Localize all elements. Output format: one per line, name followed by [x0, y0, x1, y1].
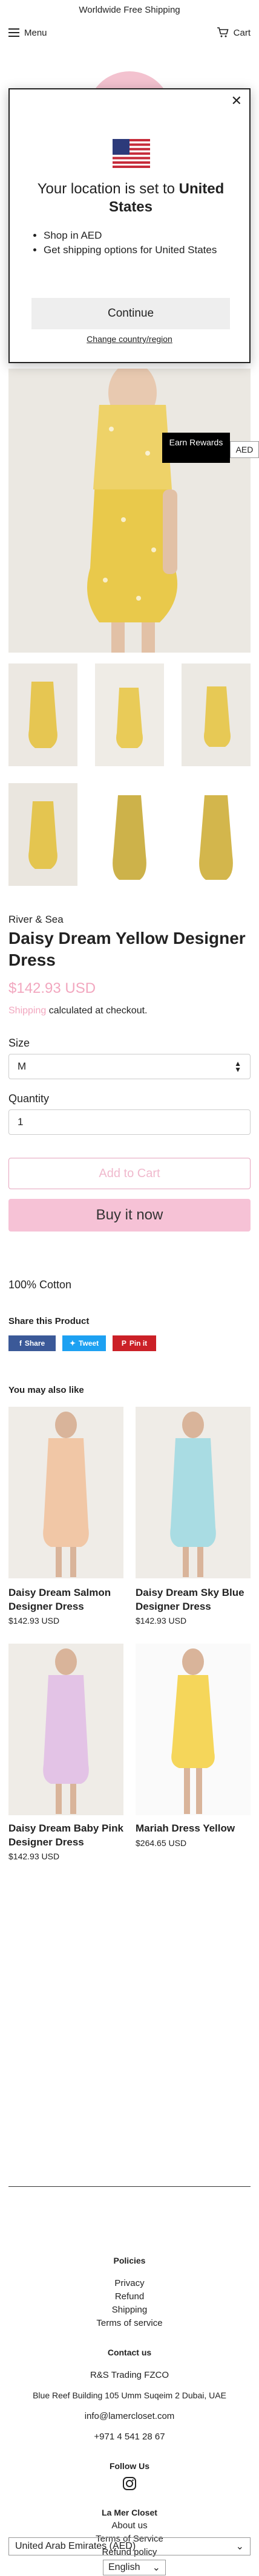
dress-photo: [8, 369, 251, 653]
close-icon[interactable]: ✕: [231, 94, 242, 108]
contact-company: R&S Trading FZCO: [90, 2370, 169, 2380]
footer-link[interactable]: Shipping: [0, 2305, 259, 2315]
facebook-icon: f: [19, 1339, 22, 1348]
product-title: Daisy Dream Yellow Designer Dress: [8, 929, 246, 969]
country-selector[interactable]: United Arab Emirates (AED) ⌄: [8, 2537, 251, 2555]
related-product-title[interactable]: Daisy Dream Baby Pink Designer Dress: [8, 1821, 123, 1849]
sky-blue-dress-photo: [136, 1407, 251, 1578]
footer-contact-heading: Contact us: [107, 2348, 152, 2357]
location-benefits: Shop in AED Get shipping options for Uni…: [44, 228, 225, 257]
chevron-down-icon: ⌄: [235, 2542, 244, 2552]
quantity-label: Quantity: [8, 1093, 50, 1105]
twitter-icon: ✦: [69, 1339, 76, 1348]
dress-thumbnail-image: [8, 663, 77, 766]
share-twitter-button[interactable]: ✦ Tweet: [62, 1335, 106, 1351]
change-country-link[interactable]: Change country/region: [10, 334, 249, 344]
instagram-icon[interactable]: [122, 2476, 137, 2491]
related-product-title[interactable]: Daisy Dream Sky Blue Designer Dress: [136, 1586, 251, 1613]
buy-now-button[interactable]: Buy it now: [8, 1199, 251, 1232]
footer-link[interactable]: Privacy: [0, 2278, 259, 2288]
chevron-down-icon: ⌄: [152, 2563, 160, 2573]
related-title: You may also like: [8, 1385, 84, 1395]
product-main-image[interactable]: [8, 369, 251, 653]
dress-thumbnail-image: [182, 783, 251, 886]
shipping-link[interactable]: Shipping: [8, 1006, 46, 1016]
site-header: Menu Cart: [0, 19, 259, 46]
dress-thumbnail-image: [8, 783, 77, 886]
cart-button[interactable]: Cart: [217, 27, 251, 38]
related-product-image[interactable]: [136, 1644, 251, 1815]
size-select[interactable]: M ▲ ▼: [8, 1054, 251, 1079]
announcement-bar: Worldwide Free Shipping: [79, 4, 180, 15]
cart-icon: [217, 27, 229, 37]
dress-thumbnail-image: [95, 783, 164, 886]
footer-link[interactable]: About us: [0, 2520, 259, 2531]
product-price: $142.93 USD: [8, 980, 96, 996]
related-product-title[interactable]: Mariah Dress Yellow: [136, 1821, 251, 1835]
footer-link[interactable]: Refund: [0, 2291, 259, 2302]
related-product-price: $264.65 USD: [136, 1838, 187, 1848]
salmon-dress-photo: [8, 1407, 123, 1578]
product-thumbnail[interactable]: [8, 663, 77, 766]
benefit-item: Get shipping options for United States: [44, 243, 225, 257]
related-product-price: $142.93 USD: [136, 1616, 187, 1625]
us-flag-icon: [113, 139, 150, 168]
contact-email[interactable]: info@lamercloset.com: [0, 2411, 259, 2421]
related-product-price: $142.93 USD: [8, 1851, 60, 1861]
dress-thumbnail-image: [95, 663, 164, 766]
related-product-title[interactable]: Daisy Dream Salmon Designer Dress: [8, 1586, 123, 1613]
product-thumbnail[interactable]: [95, 663, 164, 766]
dress-thumbnail-image: [182, 663, 251, 766]
footer-policies-heading: Policies: [113, 2256, 146, 2265]
continue-button[interactable]: Continue: [31, 298, 230, 329]
share-facebook-button[interactable]: f Share: [8, 1335, 56, 1351]
footer-divider: [8, 2186, 251, 2187]
quantity-input[interactable]: 1: [8, 1109, 251, 1135]
related-product-image[interactable]: [8, 1407, 123, 1578]
product-thumbnail[interactable]: [182, 663, 251, 766]
related-product-price: $142.93 USD: [8, 1616, 60, 1625]
product-description: 100% Cotton: [8, 1279, 72, 1291]
related-product-image[interactable]: [8, 1644, 123, 1815]
contact-phone[interactable]: +971 4 541 28 67: [0, 2432, 259, 2442]
chevron-updown-icon: ▲ ▼: [234, 1059, 241, 1074]
footer-link[interactable]: Terms of service: [0, 2318, 259, 2328]
baby-pink-dress-photo: [8, 1644, 123, 1815]
benefit-item: Shop in AED: [44, 228, 225, 243]
pinterest-icon: P: [121, 1339, 126, 1348]
share-title: Share this Product: [8, 1316, 90, 1326]
footer-follow-heading: Follow Us: [109, 2461, 150, 2471]
add-to-cart-button[interactable]: Add to Cart: [8, 1158, 251, 1189]
currency-selector[interactable]: AED: [230, 441, 259, 458]
product-thumbnail[interactable]: [8, 783, 77, 886]
product-thumbnail[interactable]: [95, 783, 164, 886]
related-product-image[interactable]: [136, 1407, 251, 1578]
shipping-note: Shipping calculated at checkout.: [8, 1006, 148, 1016]
product-thumbnail[interactable]: [182, 783, 251, 886]
location-message: Your location is set to United States: [37, 181, 225, 215]
footer-brand-heading: La Mer Closet: [102, 2508, 157, 2517]
yellow-dress-photo: [136, 1644, 251, 1815]
product-vendor: River & Sea: [8, 914, 64, 925]
hamburger-icon: [8, 28, 19, 37]
contact-address: Blue Reef Building 105 Umm Suqeim 2 Duba…: [33, 2390, 226, 2400]
copyright-text: Copyright © 2023, La Mer Closet.: [8, 2559, 92, 2576]
share-pinterest-button[interactable]: P Pin it: [113, 1335, 156, 1351]
size-label: Size: [8, 1037, 30, 1049]
menu-button[interactable]: Menu: [8, 28, 47, 38]
earn-rewards-button[interactable]: Earn Rewards: [162, 433, 230, 463]
language-selector[interactable]: English ⌄: [103, 2560, 166, 2575]
location-modal: ✕ Your location is set to United States …: [8, 88, 251, 363]
